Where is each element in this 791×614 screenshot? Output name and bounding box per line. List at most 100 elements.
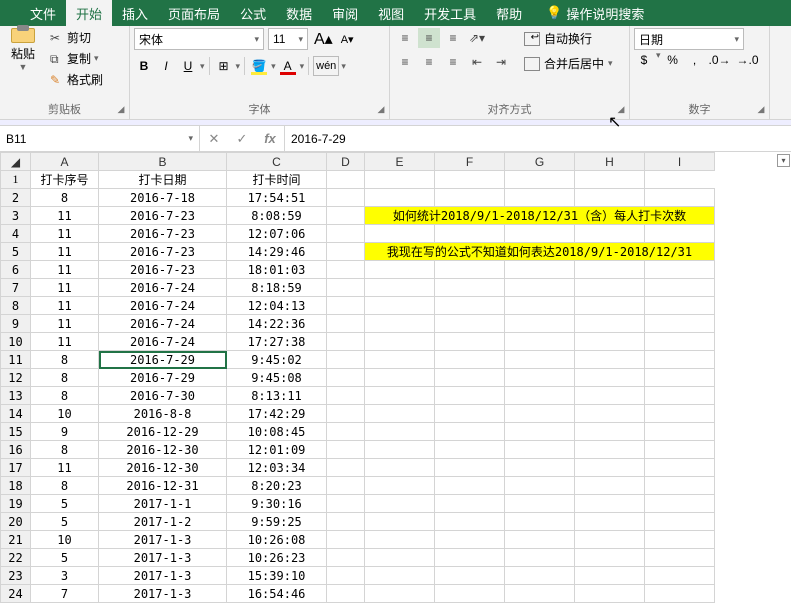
- align-dialog-launcher[interactable]: ◢: [615, 104, 627, 116]
- merge-center-button[interactable]: 合并后居中▾: [520, 53, 617, 74]
- formula-input[interactable]: [291, 132, 785, 146]
- tab-data[interactable]: 数据: [276, 0, 322, 26]
- worksheet-grid[interactable]: ◢ABCDEFGHI1打卡序号▾打卡日期▾打卡时间▾▾▾282016-7-181…: [0, 152, 791, 603]
- row-header[interactable]: 19: [1, 495, 31, 513]
- row-header[interactable]: 3: [1, 207, 31, 225]
- row-header[interactable]: 20: [1, 513, 31, 531]
- cell[interactable]: 11: [31, 261, 99, 279]
- cell[interactable]: 2017-1-3: [99, 567, 227, 585]
- clipboard-dialog-launcher[interactable]: ◢: [115, 104, 127, 116]
- cell[interactable]: 8: [31, 351, 99, 369]
- cell[interactable]: 2016-7-24: [99, 333, 227, 351]
- row-header[interactable]: 18: [1, 477, 31, 495]
- cell[interactable]: 2017-1-3: [99, 549, 227, 567]
- cell[interactable]: [327, 423, 365, 441]
- bold-button[interactable]: B: [134, 56, 154, 76]
- cell[interactable]: [327, 279, 365, 297]
- row-header[interactable]: 13: [1, 387, 31, 405]
- cell[interactable]: 2017-1-3: [99, 531, 227, 549]
- cell[interactable]: 8:08:59: [227, 207, 327, 225]
- cell[interactable]: [327, 315, 365, 333]
- cell[interactable]: [327, 477, 365, 495]
- cell[interactable]: 打卡时间▾: [227, 171, 327, 189]
- cell[interactable]: 11: [31, 315, 99, 333]
- wrap-text-button[interactable]: 自动换行: [520, 28, 617, 49]
- cell[interactable]: 2016-8-8: [99, 405, 227, 423]
- cell[interactable]: 2017-1-2: [99, 513, 227, 531]
- cell[interactable]: [327, 549, 365, 567]
- cell[interactable]: 17:42:29: [227, 405, 327, 423]
- cell[interactable]: 10:26:08: [227, 531, 327, 549]
- cancel-formula-button[interactable]: ✕: [200, 131, 228, 147]
- row-header[interactable]: 8: [1, 297, 31, 315]
- cell[interactable]: [327, 387, 365, 405]
- cell[interactable]: 10: [31, 531, 99, 549]
- cell[interactable]: 11: [31, 333, 99, 351]
- cell[interactable]: 9:59:25: [227, 513, 327, 531]
- col-header-E[interactable]: E: [365, 153, 435, 171]
- cell[interactable]: 2016-7-29: [99, 351, 227, 369]
- row-header[interactable]: 2: [1, 189, 31, 207]
- cell[interactable]: [327, 513, 365, 531]
- cell[interactable]: 2016-12-30: [99, 441, 227, 459]
- cell[interactable]: 2016-7-24: [99, 279, 227, 297]
- cell[interactable]: 12:07:06: [227, 225, 327, 243]
- cell[interactable]: 8: [31, 387, 99, 405]
- cell[interactable]: 10:26:23: [227, 549, 327, 567]
- row-header[interactable]: 24: [1, 585, 31, 603]
- cell[interactable]: 15:39:10: [227, 567, 327, 585]
- col-header-H[interactable]: H: [575, 153, 645, 171]
- row-header[interactable]: 7: [1, 279, 31, 297]
- grow-font-button[interactable]: A▴: [312, 29, 335, 49]
- cell[interactable]: [327, 261, 365, 279]
- cell[interactable]: 12:03:34: [227, 459, 327, 477]
- number-dialog-launcher[interactable]: ◢: [755, 104, 767, 116]
- cell[interactable]: 9:45:08: [227, 369, 327, 387]
- cell[interactable]: 2016-7-30: [99, 387, 227, 405]
- increase-decimal-button[interactable]: .0→: [707, 50, 733, 70]
- cell[interactable]: 7: [31, 585, 99, 603]
- row-header[interactable]: 10: [1, 333, 31, 351]
- cell[interactable]: [327, 441, 365, 459]
- font-color-button[interactable]: A: [278, 56, 298, 76]
- cell[interactable]: [327, 297, 365, 315]
- cell[interactable]: [327, 351, 365, 369]
- cell[interactable]: 打卡序号▾: [31, 171, 99, 189]
- cell[interactable]: 9:45:02: [227, 351, 327, 369]
- cell[interactable]: 2016-12-31: [99, 477, 227, 495]
- font-dialog-launcher[interactable]: ◢: [375, 104, 387, 116]
- row-header[interactable]: 1: [1, 171, 31, 189]
- cell[interactable]: 12:01:09: [227, 441, 327, 459]
- align-center-button[interactable]: ≡: [418, 52, 440, 72]
- row-header[interactable]: 17: [1, 459, 31, 477]
- cell[interactable]: 2016-7-23: [99, 225, 227, 243]
- row-header[interactable]: 14: [1, 405, 31, 423]
- paste-button[interactable]: 粘贴 ▼: [4, 28, 42, 72]
- shrink-font-button[interactable]: A▾: [339, 33, 356, 46]
- cell[interactable]: 14:22:36: [227, 315, 327, 333]
- tab-insert[interactable]: 插入: [112, 0, 158, 26]
- comma-button[interactable]: ,: [685, 50, 705, 70]
- cell[interactable]: 2017-1-3: [99, 585, 227, 603]
- cell[interactable]: [327, 531, 365, 549]
- cell[interactable]: 11: [31, 459, 99, 477]
- number-format-select[interactable]: 日期▾: [634, 28, 744, 50]
- col-header-A[interactable]: A: [31, 153, 99, 171]
- cell[interactable]: [327, 585, 365, 603]
- cell[interactable]: 14:29:46: [227, 243, 327, 261]
- format-painter-button[interactable]: 格式刷: [48, 70, 105, 89]
- increase-indent-button[interactable]: ⇥: [490, 52, 512, 72]
- cell[interactable]: [327, 243, 365, 261]
- cell[interactable]: [327, 207, 365, 225]
- formula-input-wrap[interactable]: [285, 126, 791, 151]
- col-header-C[interactable]: C: [227, 153, 327, 171]
- cell[interactable]: 10: [31, 405, 99, 423]
- cell[interactable]: [327, 369, 365, 387]
- phonetic-button[interactable]: wén: [313, 56, 339, 76]
- name-box[interactable]: ▾: [0, 126, 200, 151]
- align-right-button[interactable]: ≡: [442, 52, 464, 72]
- col-header-B[interactable]: B: [99, 153, 227, 171]
- cell[interactable]: 16:54:46: [227, 585, 327, 603]
- border-button[interactable]: ⊞: [214, 56, 234, 76]
- row-header[interactable]: 12: [1, 369, 31, 387]
